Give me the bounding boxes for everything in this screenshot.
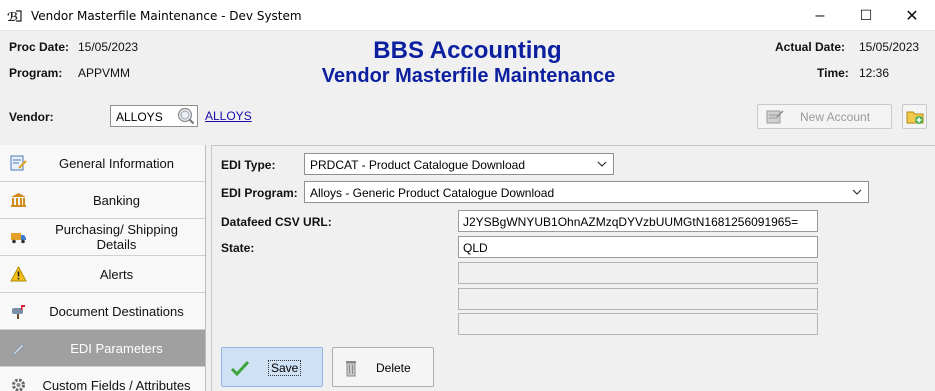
sidebar-item-label: EDI Parameters <box>70 340 163 356</box>
sidebar-item-general-information[interactable]: General Information <box>0 145 205 182</box>
datafeed-url-field[interactable]: J2YSBgWNYUB1OhnAZMzqDYVzbUUMGtN168125609… <box>458 210 818 232</box>
sidebar-item-label: Alerts <box>99 266 134 282</box>
title-bar: ℬ Vendor Masterfile Maintenance - Dev Sy… <box>0 0 935 31</box>
chevron-down-icon <box>852 189 862 195</box>
param-field-3 <box>458 262 818 284</box>
edi-program-select[interactable]: Alloys - Generic Product Catalogue Downl… <box>304 181 869 203</box>
gear-icon <box>12 378 25 391</box>
sidebar-item-custom-fields[interactable]: Custom Fields / Attributes <box>0 367 205 391</box>
new-account-button[interactable]: New Account <box>757 104 892 129</box>
delete-label: Delete <box>376 361 411 375</box>
param-field-4 <box>458 288 818 310</box>
datafeed-url-value: J2YSBgWNYUB1OhnAZMzqDYVzbUUMGtN168125609… <box>463 215 799 229</box>
vendor-name-link[interactable]: ALLOYS <box>205 109 252 123</box>
open-folder-button[interactable] <box>902 104 927 129</box>
edi-type-value: PRDCAT - Product Catalogue Download <box>310 158 525 172</box>
sidebar-item-label: Banking <box>93 192 140 208</box>
search-icon[interactable] <box>177 107 195 125</box>
chevron-down-icon <box>597 161 607 167</box>
delete-button[interactable]: Delete <box>332 347 434 387</box>
svg-text:ℬ: ℬ <box>7 10 18 24</box>
sidebar-item-label: Custom Fields / Attributes <box>42 377 191 391</box>
actual-date-label: Actual Date: <box>775 40 846 54</box>
mailbox-icon <box>12 305 25 319</box>
sidebar-item-banking[interactable]: Banking <box>0 182 205 219</box>
edi-program-label: EDI Program: <box>221 186 298 200</box>
app-window: ℬ Vendor Masterfile Maintenance - Dev Sy… <box>0 0 935 391</box>
pencil-icon <box>12 343 25 356</box>
save-label: Save <box>268 360 302 376</box>
close-button[interactable]: ✕ <box>889 0 935 31</box>
folder-add-icon <box>906 111 924 124</box>
param-field-5 <box>458 313 818 335</box>
vendor-code-value: ALLOYS <box>116 110 163 124</box>
param-label-datafeed-url: Datafeed CSV URL: <box>221 215 332 229</box>
time-label: Time: <box>817 66 849 80</box>
bank-icon <box>11 193 26 207</box>
param-label-state: State: <box>221 241 255 255</box>
save-button[interactable]: Save <box>221 347 323 387</box>
minimize-button[interactable]: – <box>797 0 843 31</box>
edit-form-icon <box>10 155 27 171</box>
checkmark-icon <box>230 360 250 377</box>
state-field[interactable]: QLD <box>458 236 818 258</box>
sidebar-nav: General Information Banking Purchasing/ … <box>0 145 206 391</box>
window-title: Vendor Masterfile Maintenance - Dev Syst… <box>31 9 302 23</box>
new-account-icon <box>766 110 784 124</box>
state-value: QLD <box>463 241 488 255</box>
sidebar-item-label: General Information <box>59 155 174 171</box>
time-value: 12:36 <box>859 66 890 80</box>
sidebar-item-label: Document Destinations <box>49 303 184 319</box>
edi-type-select[interactable]: PRDCAT - Product Catalogue Download <box>304 153 614 175</box>
sidebar-item-alerts[interactable]: Alerts <box>0 256 205 293</box>
new-account-label: New Account <box>800 110 871 124</box>
truck-icon <box>11 233 26 244</box>
vendor-label: Vendor: <box>9 110 54 124</box>
warning-icon <box>10 266 27 282</box>
sidebar-item-purchasing-shipping[interactable]: Purchasing/ Shipping Details <box>0 219 205 256</box>
sidebar-item-label: Purchasing/ Shipping Details <box>55 222 178 252</box>
actual-date-value: 15/05/2023 <box>859 40 920 54</box>
edi-program-value: Alloys - Generic Product Catalogue Downl… <box>310 186 555 200</box>
sidebar-item-document-destinations[interactable]: Document Destinations <box>0 293 205 330</box>
app-logo-icon: ℬ <box>7 10 22 24</box>
trash-icon <box>346 361 356 377</box>
sidebar-item-edi-parameters[interactable]: EDI Parameters <box>0 330 205 367</box>
vendor-code-input[interactable]: ALLOYS <box>110 105 198 127</box>
edi-type-label: EDI Type: <box>221 158 276 172</box>
screen-name-title: Vendor Masterfile Maintenance <box>321 65 616 87</box>
maximize-button[interactable]: ☐ <box>843 0 889 31</box>
